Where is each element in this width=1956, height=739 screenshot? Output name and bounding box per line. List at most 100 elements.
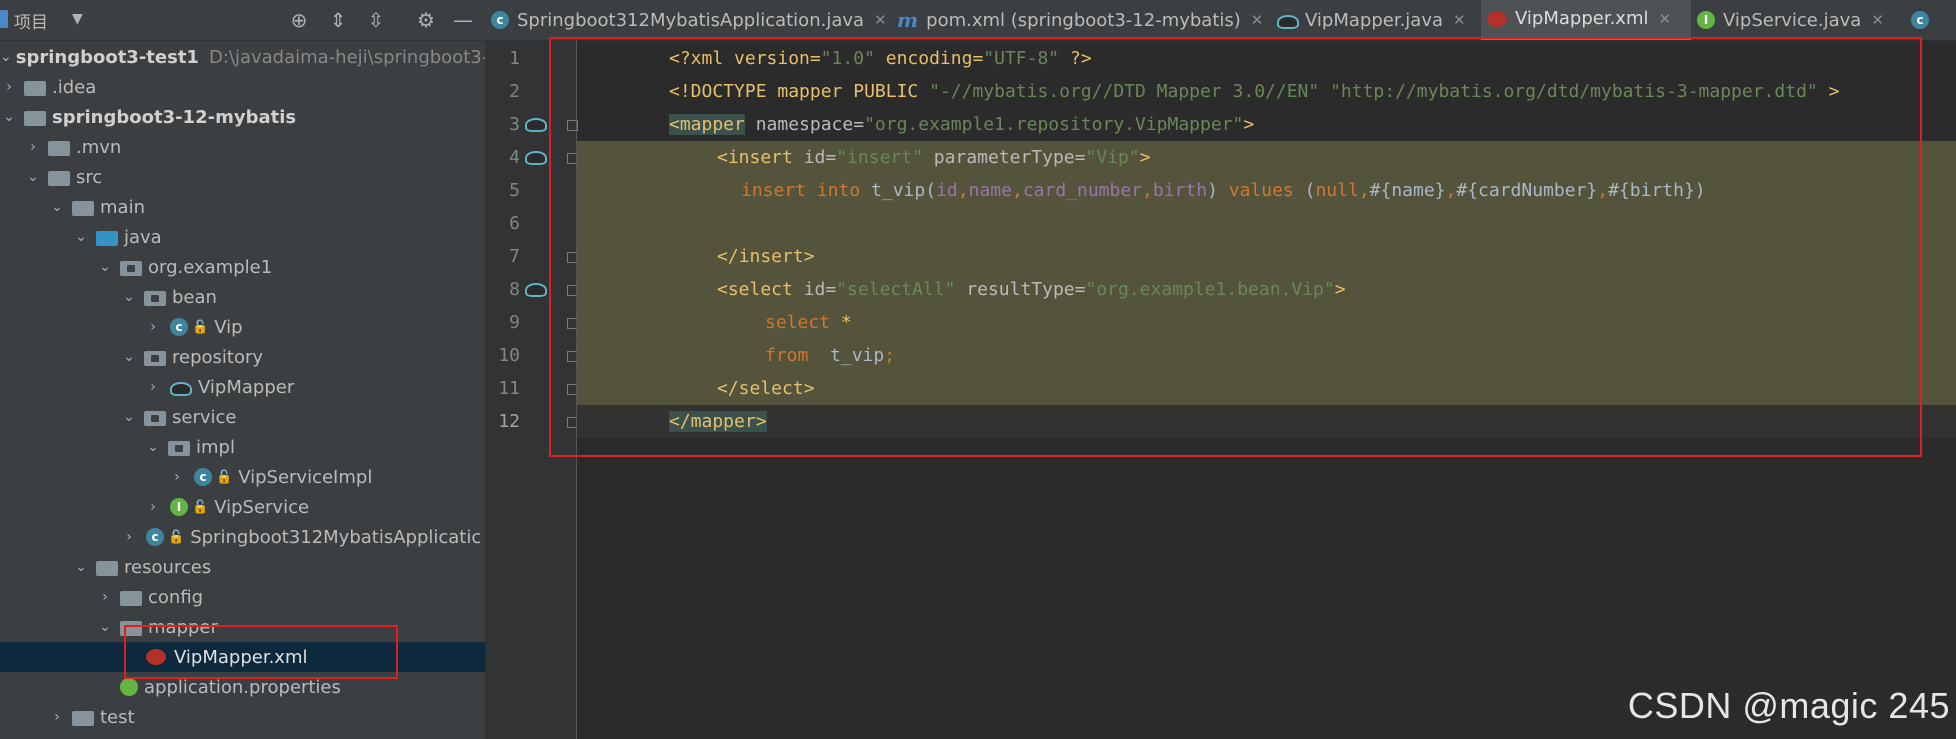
- chevron-right-icon[interactable]: ›: [168, 469, 186, 485]
- chevron-right-icon[interactable]: ›: [24, 139, 42, 155]
- close-icon[interactable]: ✕: [1453, 11, 1466, 29]
- code-line-5: insert into t_vip(id,name,card_number,bi…: [741, 180, 1706, 201]
- package-icon: [144, 350, 166, 366]
- chevron-right-icon[interactable]: ›: [144, 319, 162, 335]
- tree-item-label: VipMapper: [198, 376, 295, 398]
- tree-item-label: src: [76, 166, 103, 188]
- tree-item-label: impl: [196, 436, 235, 458]
- folder-icon: [120, 620, 142, 636]
- tree-item-bean[interactable]: ⌄ bean: [0, 282, 485, 312]
- tree-item-mapper[interactable]: ⌄ mapper: [0, 612, 485, 642]
- tree-item-org-example1[interactable]: ⌄ org.example1: [0, 252, 485, 282]
- code-line-10: from t_vip;: [765, 345, 896, 366]
- hide-icon[interactable]: —: [450, 7, 476, 33]
- locate-icon[interactable]: ⊕: [286, 7, 312, 33]
- tree-item-vipservice[interactable]: › I 🔓 VipService: [0, 492, 485, 522]
- tree-item-label: .idea: [52, 76, 97, 98]
- tab-vipservice-java[interactable]: I VipService.java ✕: [1691, 0, 1901, 40]
- close-icon[interactable]: ✕: [1659, 10, 1672, 28]
- code-area[interactable]: <?xml version="1.0" encoding="UTF-8" ?> …: [577, 40, 1956, 739]
- chevron-down-icon[interactable]: ⌄: [48, 199, 66, 215]
- tree-item-label: java: [124, 226, 162, 248]
- tree-item-vipmapper-xml[interactable]: VipMapper.xml: [0, 642, 485, 672]
- tree-item-service[interactable]: ⌄ service: [0, 402, 485, 432]
- code-line-11: </select>: [717, 378, 815, 399]
- tree-item-repository[interactable]: ⌄ repository: [0, 342, 485, 372]
- editor[interactable]: c Springboot312MybatisApplication.java ✕…: [485, 0, 1956, 739]
- source-folder-icon: [96, 230, 118, 246]
- tree-item-vipserviceimpl[interactable]: › c 🔓 VipServiceImpl: [0, 462, 485, 492]
- chevron-down-icon[interactable]: ⌄: [96, 619, 114, 635]
- project-panel-title[interactable]: 项目: [14, 8, 48, 33]
- tree-item-resources[interactable]: ⌄ resources: [0, 552, 485, 582]
- collapse-all-icon[interactable]: ⇳: [363, 7, 389, 33]
- chevron-down-icon[interactable]: ⌄: [120, 349, 138, 365]
- tree-item-test[interactable]: › test: [0, 702, 485, 732]
- tree-item-vip[interactable]: › c 🔓 Vip: [0, 312, 485, 342]
- tree-item-idea[interactable]: › .idea: [0, 72, 485, 102]
- tree-item-application[interactable]: › c 🔓 Springboot312MybatisApplicatic: [0, 522, 485, 552]
- tab-label: pom.xml (springboot3-12-mybatis): [926, 9, 1241, 31]
- close-icon[interactable]: ✕: [874, 11, 887, 29]
- mybatis-navigate-icon[interactable]: [525, 280, 547, 297]
- tree-item-label: test: [100, 706, 135, 728]
- tree-item-main[interactable]: ⌄ main: [0, 192, 485, 222]
- chevron-right-icon[interactable]: ›: [144, 499, 162, 515]
- tab-vipmapper-java[interactable]: VipMapper.java ✕: [1271, 0, 1481, 40]
- chevron-down-icon[interactable]: ⌄: [72, 559, 90, 575]
- chevron-down-icon[interactable]: ⌄: [96, 259, 114, 275]
- folder-icon: [72, 200, 94, 216]
- tab-vipmapper-xml[interactable]: VipMapper.xml ✕: [1481, 0, 1691, 40]
- mybatis-xml-icon: [1487, 10, 1507, 27]
- tree-item-springboot3-12-mybatis[interactable]: ⌄ springboot3-12-mybatis: [0, 102, 485, 132]
- tree-item-application-properties[interactable]: application.properties: [0, 672, 485, 702]
- tree-item-config[interactable]: › config: [0, 582, 485, 612]
- chevron-right-icon[interactable]: ›: [48, 709, 66, 725]
- gear-icon[interactable]: ⚙: [413, 7, 439, 33]
- line-number: 2: [509, 81, 520, 102]
- chevron-down-icon[interactable]: ▼: [72, 11, 83, 27]
- chevron-down-icon[interactable]: ⌄: [24, 169, 42, 185]
- project-panel-header: 项目 ▼ ⊕ ⇕ ⇳ ⚙ —: [0, 0, 485, 41]
- mybatis-navigate-icon[interactable]: [525, 115, 547, 132]
- folder-icon: [48, 170, 70, 186]
- line-number: 1: [509, 48, 520, 69]
- tab-pom-xml[interactable]: m pom.xml (springboot3-12-mybatis) ✕: [891, 0, 1271, 40]
- tree-item-label: Springboot312MybatisApplicatic: [190, 526, 482, 548]
- tree-item-vipmapper[interactable]: › VipMapper: [0, 372, 485, 402]
- chevron-down-icon[interactable]: ⌄: [120, 409, 138, 425]
- chevron-down-icon[interactable]: ⌄: [120, 289, 138, 305]
- tree-item-label: repository: [172, 346, 264, 368]
- tab-application-java[interactable]: c Springboot312MybatisApplication.java ✕: [485, 0, 891, 40]
- tree-item-label: Vip: [214, 316, 243, 338]
- class-icon: c: [1911, 11, 1929, 29]
- tree-item-label: VipService: [214, 496, 310, 518]
- tree-item-springboot3-test1[interactable]: ⌄ springboot3-test1 D:\javadaima-heji\sp…: [0, 42, 485, 72]
- folder-icon: [24, 80, 46, 96]
- tree-item-label: VipServiceImpl: [238, 466, 373, 488]
- close-icon[interactable]: ✕: [1871, 11, 1884, 29]
- tree-item-mvn[interactable]: › .mvn: [0, 132, 485, 162]
- chevron-right-icon[interactable]: ›: [120, 529, 138, 545]
- module-folder-icon: [24, 110, 46, 126]
- tree-item-impl[interactable]: ⌄ impl: [0, 432, 485, 462]
- close-icon[interactable]: ✕: [1251, 11, 1264, 29]
- class-icon: c: [170, 318, 188, 336]
- tree-item-label: resources: [124, 556, 212, 578]
- package-icon: [144, 290, 166, 306]
- chevron-down-icon[interactable]: ⌄: [72, 229, 90, 245]
- chevron-down-icon[interactable]: ⌄: [144, 439, 162, 455]
- chevron-right-icon[interactable]: ›: [96, 589, 114, 605]
- folder-icon: [120, 590, 142, 606]
- chevron-down-icon[interactable]: ⌄: [0, 109, 18, 125]
- folder-icon: [72, 710, 94, 726]
- mybatis-navigate-icon[interactable]: [525, 148, 547, 165]
- tree-item-java[interactable]: ⌄ java: [0, 222, 485, 252]
- tree-item-src[interactable]: ⌄ src: [0, 162, 485, 192]
- chevron-down-icon[interactable]: ⌄: [0, 49, 12, 65]
- tab-overflow[interactable]: c: [1905, 0, 1956, 40]
- chevron-right-icon[interactable]: ›: [0, 79, 18, 95]
- chevron-right-icon[interactable]: ›: [144, 379, 162, 395]
- expand-all-icon[interactable]: ⇕: [325, 7, 351, 33]
- line-number: 6: [509, 213, 520, 234]
